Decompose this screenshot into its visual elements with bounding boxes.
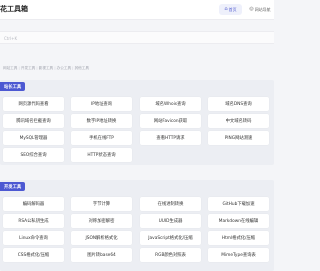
tool-card[interactable]: JSON解析格式化 (71, 231, 132, 245)
tool-card[interactable]: RGB颜色对照表 (140, 248, 201, 262)
section-dev-tools: 开发工具 编码解码器 字节计算 在线进制转换 GitHub下载加速 RSA公私钥… (0, 180, 274, 271)
site-brand[interactable]: 花工具箱 (0, 4, 28, 14)
tool-card[interactable]: MimeType查询表 (208, 248, 269, 262)
tool-card[interactable]: PING网站测速 (208, 131, 269, 145)
tool-card[interactable]: UUID生成器 (140, 214, 201, 228)
category-link[interactable]: 开发工具 (19, 66, 36, 70)
tool-card[interactable]: 中文域名转码 (208, 114, 269, 128)
tool-card[interactable]: 网站Favicon获取 (140, 114, 201, 128)
tool-card[interactable]: HTTP状态查询 (71, 148, 132, 162)
tool-card[interactable]: 编码解码器 (3, 197, 64, 211)
tool-card[interactable]: 图片转base64 (71, 248, 132, 262)
category-link[interactable]: 办公工具 (54, 66, 71, 70)
search-input[interactable]: Ctrl+K (0, 31, 274, 44)
tool-card[interactable]: Markdown在线编辑 (208, 214, 269, 228)
tool-card[interactable]: Linux命令查询 (3, 231, 64, 245)
tool-card[interactable]: 腾讯域名拦截查询 (3, 114, 64, 128)
section-webmaster-tools: 站长工具 网页源代码查看 IP地址查询 域名Whois查询 域名DNS查询 腾讯… (0, 80, 274, 165)
tool-card[interactable]: SEO综合查询 (3, 148, 64, 162)
tool-card[interactable]: GitHub下载加速 (208, 197, 269, 211)
home-icon: ⌂ (224, 6, 228, 12)
nav-home-link[interactable]: ⌂ 首页 (219, 4, 242, 15)
compass-icon: ◎ (249, 6, 254, 12)
tool-card[interactable]: 对称加密解密 (71, 214, 132, 228)
category-link[interactable]: 其他工具 (72, 66, 89, 70)
tool-card[interactable]: 网页源代码查看 (3, 97, 64, 111)
tool-card[interactable]: RSA公私钥生成 (3, 214, 64, 228)
tool-card[interactable]: CSS格式化/压缩 (3, 248, 64, 262)
nav-home-label: 首页 (228, 6, 237, 12)
category-links: 网站工具 开发工具 影视工具 办公工具 其他工具 (3, 66, 273, 71)
category-link[interactable]: 网站工具 (3, 66, 17, 70)
nav-sites-link[interactable]: ◎ 网站导航 (247, 4, 273, 15)
tool-card[interactable]: 查看HTTP请求 (140, 131, 201, 145)
tool-card[interactable]: 字节计算 (71, 197, 132, 211)
tool-card[interactable]: 数字IP地址转换 (71, 114, 132, 128)
tool-card[interactable]: 域名DNS查询 (208, 97, 269, 111)
tool-card[interactable]: 在线进制转换 (140, 197, 201, 211)
section-title: 开发工具 (0, 182, 26, 191)
top-navbar: 花工具箱 ⌂ 首页 ◎ 网站导航 (0, 0, 274, 20)
tool-card[interactable]: MySQL管理器 (3, 131, 64, 145)
tool-card[interactable]: Html格式化/压缩 (208, 231, 269, 245)
category-link[interactable]: 影视工具 (36, 66, 53, 70)
section-title: 站长工具 (0, 82, 26, 91)
tool-card[interactable]: 域名Whois查询 (140, 97, 201, 111)
tool-card[interactable]: IP地址查询 (71, 97, 132, 111)
tool-card[interactable]: 手机在线FTP (71, 131, 132, 145)
tool-card[interactable]: JavaScript格式化/压缩 (140, 231, 201, 245)
search-placeholder: Ctrl+K (4, 36, 18, 41)
nav-sites-label: 网站导航 (254, 6, 271, 12)
